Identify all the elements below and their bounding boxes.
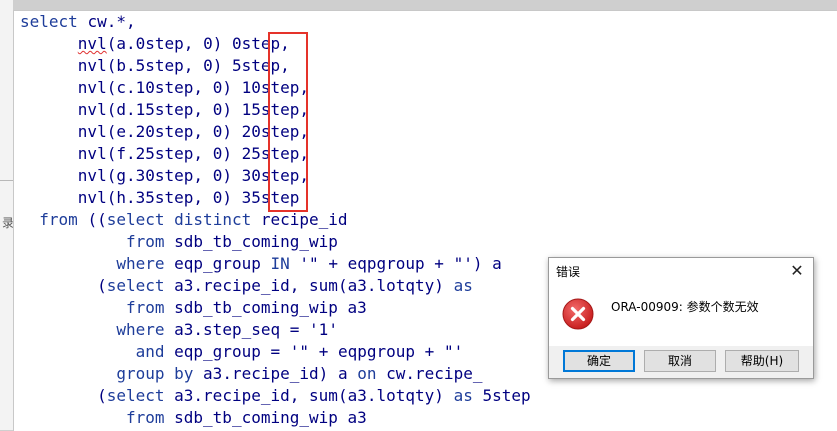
dialog-body: ORA-00909: 参数个数无效 (549, 284, 813, 346)
code-line[interactable]: from sdb_tb_coming_wip a3 (20, 407, 367, 429)
dialog-message: ORA-00909: 参数个数无效 (611, 300, 759, 314)
code-line[interactable]: nvl(g.30step, 0) 30step, (20, 165, 309, 187)
error-dialog: 错误 ✕ ORA-00909: 参数个数无效 确定 取消 帮助(H) (548, 257, 814, 379)
error-icon (562, 298, 594, 330)
code-line[interactable]: nvl(h.35step, 0) 35step (20, 187, 300, 209)
code-line[interactable]: (select a3.recipe_id, sum(a3.lotqty) as (20, 275, 473, 297)
code-line[interactable]: nvl(e.20step, 0) 20step, (20, 121, 309, 143)
code-line[interactable]: nvl(c.10step, 0) 10step, (20, 77, 309, 99)
left-gutter: 录 (0, 0, 14, 430)
code-line[interactable]: where a3.step_seq = '1' (20, 319, 338, 341)
code-line[interactable]: from sdb_tb_coming_wip a3 (20, 297, 367, 319)
code-line[interactable]: select cw.*, (20, 11, 136, 33)
code-line[interactable]: from ((select distinct recipe_id (20, 209, 347, 231)
close-icon[interactable]: ✕ (787, 261, 807, 281)
code-line[interactable]: nvl(f.25step, 0) 25step, (20, 143, 309, 165)
dialog-footer: 确定 取消 帮助(H) (549, 346, 813, 378)
gutter-divider (0, 180, 13, 181)
dialog-titlebar[interactable]: 错误 ✕ (549, 258, 813, 284)
highlight-box (268, 32, 308, 212)
code-line[interactable]: from sdb_tb_coming_wip (20, 231, 338, 253)
code-line[interactable]: and eqp_group = '" + eqpgroup + "' (20, 341, 464, 363)
ok-button[interactable]: 确定 (563, 350, 635, 372)
code-line[interactable]: nvl(b.5step, 0) 5step, (20, 55, 290, 77)
code-line[interactable]: nvl(a.0step, 0) 0step, (20, 33, 290, 55)
help-button[interactable]: 帮助(H) (725, 350, 799, 372)
code-line[interactable]: (select a3.recipe_id, sum(a3.lotqty) as … (20, 385, 531, 407)
code-line[interactable]: where eqp_group IN '" + eqpgroup + "') a (20, 253, 501, 275)
cancel-button[interactable]: 取消 (644, 350, 716, 372)
code-line[interactable]: nvl(d.15step, 0) 15step, (20, 99, 309, 121)
dialog-title: 错误 (556, 265, 581, 279)
